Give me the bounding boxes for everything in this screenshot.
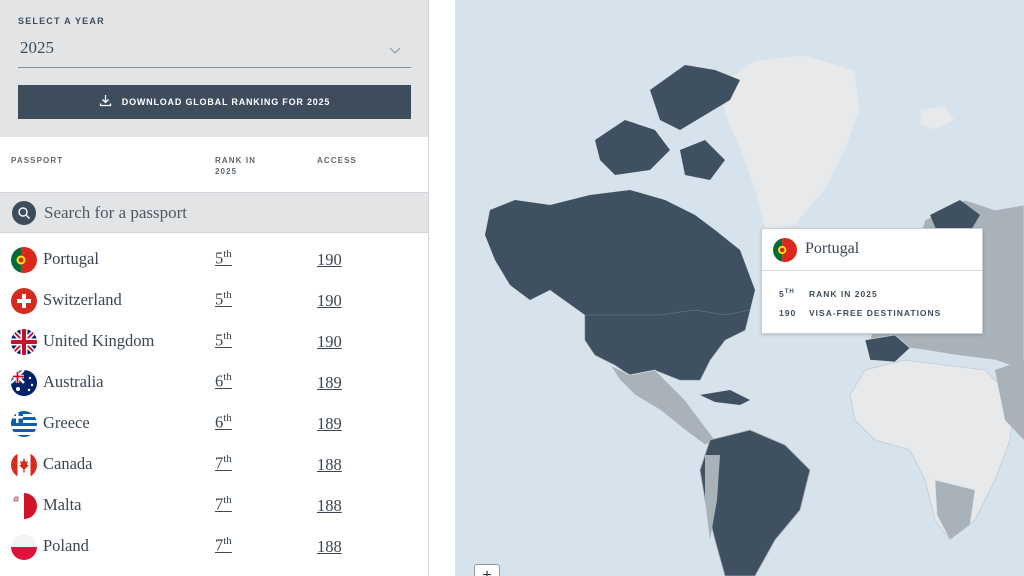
passport-country-name: United Kingdom	[43, 331, 155, 350]
passport-country-name: Switzerland	[43, 290, 122, 309]
passport-country-name: Greece	[43, 413, 90, 432]
tooltip-country-name: Portugal	[805, 240, 860, 257]
column-header-rank: RANK IN 2025	[215, 156, 257, 176]
download-icon	[99, 94, 112, 110]
map-region-canada	[550, 190, 755, 315]
map-region-alaska	[485, 200, 550, 300]
greece-flag-icon	[11, 411, 37, 437]
search-icon[interactable]	[12, 201, 36, 225]
passport-rank-link[interactable]: 5th	[215, 248, 232, 269]
passport-row-greece[interactable]: Greece 6th 189	[0, 404, 428, 445]
passport-row-united-kingdom[interactable]: United Kingdom 5th 190	[0, 322, 428, 363]
portugal-flag-icon	[773, 238, 797, 262]
passport-row-poland[interactable]: Poland 7th 188	[0, 527, 428, 568]
australia-flag-icon	[11, 370, 37, 396]
table-header: PASSPORT RANK IN 2025 ACCESS	[0, 137, 428, 193]
chevron-down-icon	[389, 42, 401, 60]
passport-row-malta[interactable]: Malta 7th 188	[0, 486, 428, 527]
passport-rank-link[interactable]: 5th	[215, 289, 232, 310]
map-region-usa	[584, 309, 751, 381]
passport-list: Portugal 5th 190 Switzerland 5th 190 Uni…	[0, 240, 428, 568]
passport-search-input[interactable]	[44, 197, 414, 229]
passport-access-link[interactable]: 188	[317, 455, 342, 475]
passport-rank-link[interactable]: 6th	[215, 412, 232, 433]
passport-search-bar	[0, 193, 428, 233]
passport-country-name: Portugal	[43, 249, 99, 268]
passport-access-link[interactable]: 189	[317, 414, 342, 434]
map-region-greenland	[719, 54, 861, 231]
passport-country-name: Australia	[43, 372, 104, 391]
column-header-passport: PASSPORT	[11, 156, 64, 165]
map-region-arctic-islands-2	[595, 120, 670, 175]
download-button-label: DOWNLOAD GLOBAL RANKING FOR 2025	[121, 97, 331, 107]
zoom-in-button[interactable]: +	[474, 564, 500, 576]
year-selector-section: SELECT A YEAR 2025 DOWNLOAD GLOBAL RANKI…	[0, 0, 428, 137]
map-region-caribbean	[700, 390, 750, 405]
map-region-south-america	[699, 429, 811, 576]
tooltip-rank-line: 5TH RANK IN 2025	[779, 289, 878, 299]
map-region-arctic-islands	[650, 65, 740, 130]
passport-rank-link[interactable]: 6th	[215, 371, 232, 392]
passport-country-name: Canada	[43, 454, 93, 473]
passport-access-link[interactable]: 188	[317, 496, 342, 516]
year-select[interactable]: 2025	[18, 30, 411, 68]
year-select-value: 2025	[20, 38, 54, 57]
passport-rank-link[interactable]: 7th	[215, 453, 232, 474]
passport-access-link[interactable]: 190	[317, 250, 342, 270]
passport-rank-link[interactable]: 5th	[215, 330, 232, 351]
tooltip-rank-text: RANK IN 2025	[809, 289, 878, 299]
tooltip-access-text: VISA-FREE DESTINATIONS	[809, 308, 942, 318]
download-ranking-button[interactable]: DOWNLOAD GLOBAL RANKING FOR 2025	[18, 85, 411, 119]
tooltip-access-line: 190 VISA-FREE DESTINATIONS	[779, 308, 942, 318]
map-region-arctic-islands-3	[680, 140, 725, 180]
country-tooltip: Portugal 5TH RANK IN 2025 190 VISA-FREE DE…	[761, 228, 983, 334]
switzerland-flag-icon	[11, 288, 37, 314]
map-region-iceland	[919, 104, 956, 131]
canada-flag-icon	[11, 452, 37, 478]
poland-flag-icon	[11, 534, 37, 560]
map-region-africa-south	[934, 479, 976, 541]
passport-rank-link[interactable]: 7th	[215, 494, 232, 515]
passport-row-australia[interactable]: Australia 6th 189	[0, 363, 428, 404]
column-header-access: ACCESS	[317, 156, 357, 165]
passport-rank-link[interactable]: 7th	[215, 535, 232, 556]
year-selector-label: SELECT A YEAR	[18, 16, 105, 26]
passport-ranking-panel: SELECT A YEAR 2025 DOWNLOAD GLOBAL RANKI…	[0, 0, 429, 576]
portugal-flag-icon	[11, 247, 37, 273]
passport-access-link[interactable]: 190	[317, 291, 342, 311]
passport-row-canada[interactable]: Canada 7th 188	[0, 445, 428, 486]
passport-row-portugal[interactable]: Portugal 5th 190	[0, 240, 428, 281]
passport-row-switzerland[interactable]: Switzerland 5th 190	[0, 281, 428, 322]
passport-access-link[interactable]: 190	[317, 332, 342, 352]
passport-access-link[interactable]: 189	[317, 373, 342, 393]
map-region-africa	[849, 359, 1016, 541]
passport-access-link[interactable]: 188	[317, 537, 342, 557]
tooltip-header: Portugal	[762, 229, 982, 271]
malta-flag-icon	[11, 493, 37, 519]
passport-country-name: Malta	[43, 495, 82, 514]
uk-flag-icon	[11, 329, 37, 355]
passport-country-name: Poland	[43, 536, 89, 555]
